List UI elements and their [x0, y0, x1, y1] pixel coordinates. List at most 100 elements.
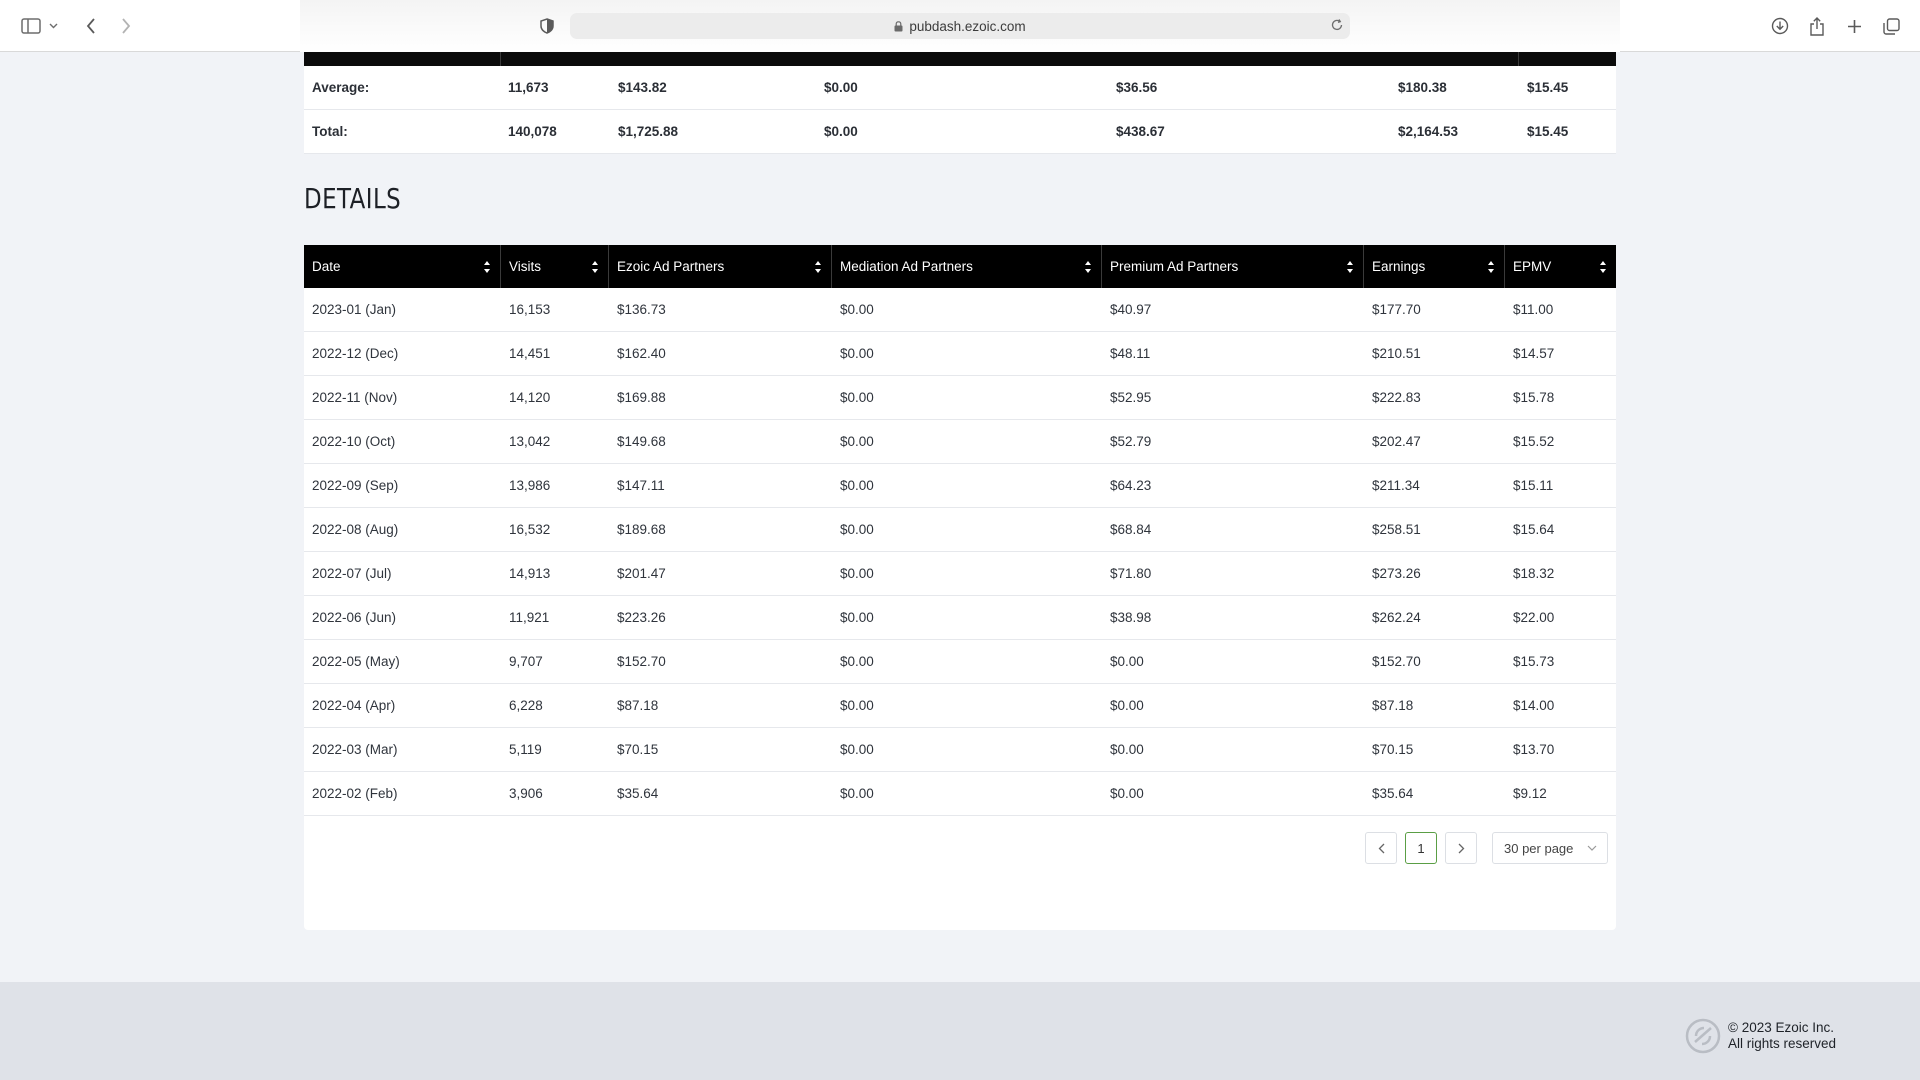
- summary-epmv: $15.45: [1527, 124, 1569, 139]
- cell-epmv: $15.78: [1513, 390, 1555, 405]
- cell-earnings: $152.70: [1372, 654, 1421, 669]
- cell-premium-ad-partners: $48.11: [1110, 346, 1151, 361]
- column-header-epmv[interactable]: EPMV: [1505, 245, 1616, 288]
- cell-visits: 16,153: [509, 302, 551, 317]
- cell-ezoic-ad-partners: $152.70: [617, 654, 666, 669]
- downloads-icon[interactable]: [1767, 13, 1793, 39]
- cell-ezoic-ad-partners: $162.40: [617, 346, 666, 361]
- table-row: 2022-06 (Jun) 11,921 $223.26 $0.00 $38.98 $26…: [304, 596, 1616, 640]
- page-number-button[interactable]: 1: [1405, 832, 1437, 864]
- column-header-ezoic-ad-partners[interactable]: Ezoic Ad Partners: [609, 245, 832, 288]
- cell-date: 2022-11 (Nov): [312, 390, 398, 405]
- sort-icon[interactable]: [590, 259, 600, 275]
- cell-premium-ad-partners: $40.97: [1110, 302, 1152, 317]
- footer-copyright: © 2023 Ezoic Inc. All rights reserved: [1728, 1020, 1836, 1052]
- column-header-earnings[interactable]: Earnings: [1364, 245, 1505, 288]
- cell-earnings: $87.18: [1372, 698, 1414, 713]
- cell-mediation-ad-partners: $0.00: [840, 478, 874, 493]
- back-icon[interactable]: [78, 13, 104, 39]
- per-page-value: 30 per page: [1504, 840, 1574, 856]
- chevron-down-icon: [1587, 845, 1597, 851]
- next-page-button[interactable]: [1445, 832, 1477, 864]
- cell-ezoic-ad-partners: $169.88: [617, 390, 666, 405]
- cell-ezoic-ad-partners: $70.15: [617, 742, 659, 757]
- sort-icon[interactable]: [482, 259, 492, 275]
- summary-ezoic: $1,725.88: [618, 124, 679, 139]
- summary-epmv: $15.45: [1527, 80, 1569, 95]
- lock-icon: [894, 20, 903, 32]
- share-icon[interactable]: [1804, 13, 1830, 39]
- cell-ezoic-ad-partners: $201.47: [617, 566, 666, 581]
- sort-icon[interactable]: [1598, 259, 1608, 275]
- details-table-header: Date Visits Ezoic Ad Partners Mediation …: [304, 245, 1616, 288]
- cell-date: 2022-04 (Apr): [312, 698, 396, 713]
- cell-premium-ad-partners: $71.80: [1110, 566, 1152, 581]
- cell-epmv: $13.70: [1513, 742, 1555, 757]
- cell-premium-ad-partners: $0.00: [1110, 654, 1144, 669]
- cell-visits: 14,120: [509, 390, 551, 405]
- forward-icon[interactable]: [113, 13, 139, 39]
- cell-date: 2022-02 (Feb): [312, 786, 398, 801]
- cell-epmv: $15.64: [1513, 522, 1555, 537]
- per-page-select[interactable]: 30 per page: [1492, 832, 1608, 864]
- cell-premium-ad-partners: $0.00: [1110, 742, 1144, 757]
- column-header-date[interactable]: Date: [304, 245, 501, 288]
- cell-ezoic-ad-partners: $149.68: [617, 434, 666, 449]
- ezoic-logo-icon: [1685, 1018, 1721, 1054]
- cell-visits: 14,451: [509, 346, 551, 361]
- cell-epmv: $15.52: [1513, 434, 1555, 449]
- sort-icon[interactable]: [1345, 259, 1355, 275]
- cell-date: 2022-05 (May): [312, 654, 400, 669]
- cell-visits: 16,532: [509, 522, 551, 537]
- sidebar-toggle-icon[interactable]: [18, 13, 44, 39]
- prev-page-button[interactable]: [1365, 832, 1397, 864]
- cell-mediation-ad-partners: $0.00: [840, 786, 874, 801]
- cell-mediation-ad-partners: $0.00: [840, 610, 874, 625]
- cell-mediation-ad-partners: $0.00: [840, 522, 874, 537]
- cell-date: 2023-01 (Jan): [312, 302, 397, 317]
- cell-visits: 14,913: [509, 566, 551, 581]
- cell-date: 2022-09 (Sep): [312, 478, 399, 493]
- summary-premium: $438.67: [1116, 124, 1165, 139]
- cell-epmv: $14.57: [1513, 346, 1555, 361]
- address-bar[interactable]: pubdash.ezoic.com: [570, 13, 1350, 39]
- cell-mediation-ad-partners: $0.00: [840, 346, 874, 361]
- privacy-shield-icon[interactable]: [534, 13, 560, 39]
- page-footer: [0, 982, 1920, 1080]
- cell-visits: 9,707: [509, 654, 543, 669]
- column-header-mediation-ad-partners[interactable]: Mediation Ad Partners: [832, 245, 1102, 288]
- sort-icon[interactable]: [813, 259, 823, 275]
- cell-premium-ad-partners: $0.00: [1110, 786, 1144, 801]
- cell-earnings: $258.51: [1372, 522, 1421, 537]
- cell-epmv: $15.11: [1513, 478, 1554, 493]
- summary-label: Total:: [312, 124, 348, 139]
- cell-mediation-ad-partners: $0.00: [840, 654, 874, 669]
- browser-toolbar: pubdash.ezoic.com: [0, 0, 1920, 52]
- cell-epmv: $11.00: [1513, 302, 1554, 317]
- table-row: 2022-10 (Oct) 13,042 $149.68 $0.00 $52.79 $20…: [304, 420, 1616, 464]
- chevron-down-icon[interactable]: [46, 13, 60, 39]
- cell-earnings: $177.70: [1372, 302, 1421, 317]
- tab-overview-icon[interactable]: [1878, 13, 1904, 39]
- table-row: 2022-12 (Dec) 14,451 $162.40 $0.00 $48.11 $21…: [304, 332, 1616, 376]
- table-row: 2022-11 (Nov) 14,120 $169.88 $0.00 $52.95 $22…: [304, 376, 1616, 420]
- sort-icon[interactable]: [1486, 259, 1496, 275]
- column-header-visits[interactable]: Visits: [501, 245, 609, 288]
- table-row: 2023-01 (Jan) 16,153 $136.73 $0.00 $40.97 $17…: [304, 288, 1616, 332]
- reload-icon[interactable]: [1330, 18, 1344, 32]
- rights-text: All rights reserved: [1728, 1036, 1837, 1051]
- cell-date: 2022-12 (Dec): [312, 346, 399, 361]
- details-card: Date Visits Ezoic Ad Partners Mediation …: [304, 245, 1616, 930]
- column-header-premium-ad-partners[interactable]: Premium Ad Partners: [1102, 245, 1364, 288]
- new-tab-icon[interactable]: [1841, 13, 1867, 39]
- cell-visits: 13,986: [509, 478, 551, 493]
- cell-premium-ad-partners: $0.00: [1110, 698, 1144, 713]
- chevron-right-icon: [1458, 843, 1464, 853]
- sort-icon[interactable]: [1083, 259, 1093, 275]
- cell-mediation-ad-partners: $0.00: [840, 302, 874, 317]
- summary-earnings: $180.38: [1398, 80, 1447, 95]
- table-row: 2022-05 (May) 9,707 $152.70 $0.00 $0.00 $152.…: [304, 640, 1616, 684]
- details-heading: DETAILS: [304, 182, 402, 215]
- cell-ezoic-ad-partners: $35.64: [617, 786, 659, 801]
- cell-date: 2022-10 (Oct): [312, 434, 396, 449]
